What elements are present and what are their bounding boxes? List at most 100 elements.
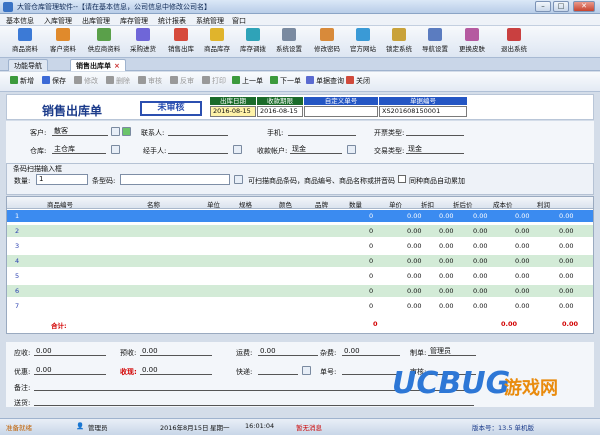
grid-col-10[interactable]: 成本价 bbox=[493, 199, 513, 209]
grid-col-3[interactable]: 规格 bbox=[239, 199, 252, 209]
auto-accumulate-checkbox[interactable] bbox=[398, 175, 406, 183]
custom-number-input[interactable] bbox=[304, 106, 378, 117]
account-picker-icon[interactable] bbox=[347, 145, 356, 154]
status-message[interactable]: 暂无消息 bbox=[296, 422, 322, 432]
cell-dprice[interactable]: 0.00 bbox=[473, 272, 487, 280]
cell-disc[interactable]: 0.00 bbox=[439, 302, 453, 310]
misc-field[interactable]: 0.00 bbox=[342, 347, 400, 356]
toolbar-btn-10[interactable]: 锁定系统 bbox=[382, 28, 416, 56]
grid-col-7[interactable]: 单价 bbox=[389, 199, 402, 209]
trade-field[interactable]: 现金 bbox=[406, 145, 464, 154]
grid-col-9[interactable]: 折后价 bbox=[453, 199, 473, 209]
table-row[interactable]: 3 0 0.00 0.00 0.00 0.00 0.00 bbox=[7, 240, 593, 252]
discount-field[interactable]: 0.00 bbox=[34, 366, 106, 375]
toolbar-btn-13[interactable]: 退出系统 bbox=[496, 28, 532, 56]
cell-qty[interactable]: 0 bbox=[369, 302, 373, 310]
cell-disc[interactable]: 0.00 bbox=[439, 257, 453, 265]
action-btn-1[interactable]: 保存 bbox=[42, 76, 66, 86]
table-row[interactable]: 6 0 0.00 0.00 0.00 0.00 0.00 bbox=[7, 285, 593, 297]
cell-qty[interactable]: 0 bbox=[369, 257, 373, 265]
barcode-input[interactable] bbox=[120, 174, 230, 185]
table-row[interactable]: 7 0 0.00 0.00 0.00 0.00 0.00 bbox=[7, 300, 593, 312]
cell-price[interactable]: 0.00 bbox=[407, 257, 421, 265]
grid-col-6[interactable]: 数量 bbox=[349, 199, 362, 209]
cell-dprice[interactable]: 0.00 bbox=[473, 212, 487, 220]
cell-profit[interactable]: 0.00 bbox=[559, 257, 573, 265]
maximize-button[interactable]: □ bbox=[553, 1, 569, 12]
cell-dprice[interactable]: 0.00 bbox=[473, 227, 487, 235]
menu-item-3[interactable]: 库存管理 bbox=[120, 16, 148, 26]
toolbar-btn-12[interactable]: 更换皮肤 bbox=[454, 28, 490, 56]
grid-col-1[interactable]: 名称 bbox=[147, 199, 160, 209]
action-btn-8[interactable]: 下一单 bbox=[270, 76, 301, 86]
toolbar-btn-8[interactable]: 修改密码 bbox=[310, 28, 344, 56]
toolbar-btn-0[interactable]: 商品资料 bbox=[8, 28, 42, 56]
cell-price[interactable]: 0.00 bbox=[407, 212, 421, 220]
minimize-button[interactable]: – bbox=[535, 1, 551, 12]
cell-profit[interactable]: 0.00 bbox=[559, 272, 573, 280]
warehouse-picker-icon[interactable] bbox=[111, 145, 120, 154]
tab-nav[interactable]: 功能导航 bbox=[8, 59, 48, 71]
cell-cost[interactable]: 0.00 bbox=[515, 272, 529, 280]
toolbar-btn-1[interactable]: 客户资料 bbox=[46, 28, 80, 56]
cell-profit[interactable]: 0.00 bbox=[559, 242, 573, 250]
received-field[interactable]: 0.00 bbox=[140, 366, 212, 375]
toolbar-btn-11[interactable]: 导航设置 bbox=[418, 28, 452, 56]
table-row[interactable]: 2 0 0.00 0.00 0.00 0.00 0.00 bbox=[7, 225, 593, 237]
toolbar-btn-7[interactable]: 系统设置 bbox=[272, 28, 306, 56]
table-row[interactable]: 1 0 0.00 0.00 0.00 0.00 0.00 bbox=[7, 210, 593, 222]
action-btn-7[interactable]: 上一单 bbox=[232, 76, 263, 86]
menu-item-6[interactable]: 窗口 bbox=[232, 16, 246, 26]
grid-col-5[interactable]: 品牌 bbox=[315, 199, 328, 209]
handler-field[interactable] bbox=[168, 145, 228, 154]
cell-cost[interactable]: 0.00 bbox=[515, 227, 529, 235]
cell-disc[interactable]: 0.00 bbox=[439, 227, 453, 235]
cell-price[interactable]: 0.00 bbox=[407, 287, 421, 295]
cell-disc[interactable]: 0.00 bbox=[439, 287, 453, 295]
add-customer-icon[interactable] bbox=[122, 127, 131, 136]
table-row[interactable]: 4 0 0.00 0.00 0.00 0.00 0.00 bbox=[7, 255, 593, 267]
customer-field[interactable]: 散客 bbox=[52, 127, 108, 136]
contact-field[interactable] bbox=[168, 127, 228, 136]
toolbar-btn-3[interactable]: 采购进货 bbox=[126, 28, 160, 56]
menu-item-0[interactable]: 基本信息 bbox=[6, 16, 34, 26]
cell-cost[interactable]: 0.00 bbox=[515, 287, 529, 295]
menu-item-4[interactable]: 统计报表 bbox=[158, 16, 186, 26]
cell-qty[interactable]: 0 bbox=[369, 287, 373, 295]
warehouse-field[interactable]: 主仓库 bbox=[52, 145, 106, 154]
cell-disc[interactable]: 0.00 bbox=[439, 242, 453, 250]
toolbar-btn-5[interactable]: 商品库存 bbox=[200, 28, 234, 56]
action-btn-10[interactable]: 关闭 bbox=[346, 76, 370, 86]
scan-search-icon[interactable] bbox=[234, 175, 243, 184]
payment-due-input[interactable]: 2016-08-15 bbox=[257, 106, 303, 117]
cell-price[interactable]: 0.00 bbox=[407, 302, 421, 310]
phone-field[interactable] bbox=[288, 127, 356, 136]
customer-picker-icon[interactable] bbox=[111, 127, 120, 136]
menu-item-5[interactable]: 系统管理 bbox=[196, 16, 224, 26]
cell-dprice[interactable]: 0.00 bbox=[473, 287, 487, 295]
grid-col-0[interactable]: 商品编号 bbox=[47, 199, 73, 209]
cell-price[interactable]: 0.00 bbox=[407, 227, 421, 235]
cell-cost[interactable]: 0.00 bbox=[515, 212, 529, 220]
cell-profit[interactable]: 0.00 bbox=[559, 212, 573, 220]
cell-dprice[interactable]: 0.00 bbox=[473, 302, 487, 310]
tab-close-icon[interactable]: × bbox=[114, 62, 120, 70]
toolbar-btn-9[interactable]: 官方网站 bbox=[346, 28, 380, 56]
table-row[interactable]: 5 0 0.00 0.00 0.00 0.00 0.00 bbox=[7, 270, 593, 282]
action-btn-0[interactable]: 新增 bbox=[10, 76, 34, 86]
cell-profit[interactable]: 0.00 bbox=[559, 227, 573, 235]
toolbar-btn-4[interactable]: 销售出库 bbox=[164, 28, 198, 56]
cell-dprice[interactable]: 0.00 bbox=[473, 242, 487, 250]
freight-field[interactable]: 0.00 bbox=[258, 347, 318, 356]
cell-price[interactable]: 0.00 bbox=[407, 242, 421, 250]
menu-item-1[interactable]: 入库管理 bbox=[44, 16, 72, 26]
cell-qty[interactable]: 0 bbox=[369, 227, 373, 235]
cell-disc[interactable]: 0.00 bbox=[439, 272, 453, 280]
cell-cost[interactable]: 0.00 bbox=[515, 302, 529, 310]
outbound-date-input[interactable]: 2016-08-15 bbox=[210, 106, 256, 117]
cell-dprice[interactable]: 0.00 bbox=[473, 257, 487, 265]
cell-qty[interactable]: 0 bbox=[369, 272, 373, 280]
grid-col-2[interactable]: 单位 bbox=[207, 199, 220, 209]
menu-item-2[interactable]: 出库管理 bbox=[82, 16, 110, 26]
cell-profit[interactable]: 0.00 bbox=[559, 302, 573, 310]
